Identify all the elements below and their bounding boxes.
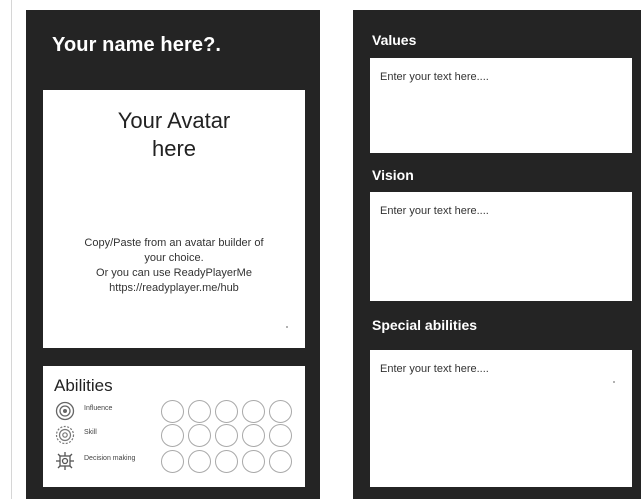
ability-row-skill: Skill: [53, 424, 303, 448]
rating-circle[interactable]: [269, 450, 292, 473]
decision-making-icon: [56, 452, 74, 470]
values-title: Values: [372, 32, 417, 48]
avatar-instructions: Copy/Paste from an avatar builder of you…: [84, 237, 264, 294]
avatar-panel[interactable]: Your Avatar here Copy/Paste from an avat…: [43, 90, 305, 348]
vision-text[interactable]: Enter your text here....: [380, 205, 489, 217]
rating-circles: [161, 424, 292, 447]
rating-circle[interactable]: [242, 424, 265, 447]
text-cursor-mark: [286, 326, 288, 328]
rating-circle[interactable]: [242, 450, 265, 473]
rating-circle[interactable]: [188, 400, 211, 423]
text-cursor-mark: [613, 381, 615, 383]
vision-title: Vision: [372, 167, 414, 183]
values-text[interactable]: Enter your text here....: [380, 71, 489, 83]
values-text-box[interactable]: Enter your text here....: [370, 58, 632, 153]
rating-circles: [161, 450, 292, 473]
skill-icon: [55, 425, 75, 445]
character-card: Your name here?. Your Avatar here Copy/P…: [26, 10, 320, 499]
vision-text-box[interactable]: Enter your text here....: [370, 192, 632, 301]
influence-icon: [55, 401, 75, 421]
character-details-card: Values Enter your text here.... Vision E…: [353, 10, 641, 499]
rating-circle[interactable]: [161, 450, 184, 473]
rating-circle[interactable]: [161, 400, 184, 423]
rating-circle[interactable]: [188, 424, 211, 447]
rating-circles: [161, 400, 292, 423]
ability-row-decision-making: Decision making: [53, 450, 303, 474]
rating-circle[interactable]: [242, 400, 265, 423]
ability-label: Skill: [84, 429, 97, 436]
special-abilities-text-box[interactable]: Enter your text here....: [370, 350, 632, 487]
rating-circle[interactable]: [215, 424, 238, 447]
character-name[interactable]: Your name here?.: [52, 34, 221, 57]
rating-circle[interactable]: [188, 450, 211, 473]
abilities-title: Abilities: [54, 376, 113, 395]
ability-label: Influence: [84, 405, 113, 412]
special-abilities-title: Special abilities: [372, 317, 478, 333]
special-abilities-text[interactable]: Enter your text here....: [380, 363, 489, 375]
ability-label: Decision making: [84, 455, 136, 462]
rating-circle[interactable]: [161, 424, 184, 447]
rating-circle[interactable]: [215, 400, 238, 423]
ability-row-influence: Influence: [53, 400, 303, 424]
avatar-title: Your Avatar here: [117, 108, 231, 161]
abilities-panel: Abilities Influence Skill Decision makin…: [43, 366, 305, 487]
rating-circle[interactable]: [269, 400, 292, 423]
rating-circle[interactable]: [215, 450, 238, 473]
rating-circle[interactable]: [269, 424, 292, 447]
